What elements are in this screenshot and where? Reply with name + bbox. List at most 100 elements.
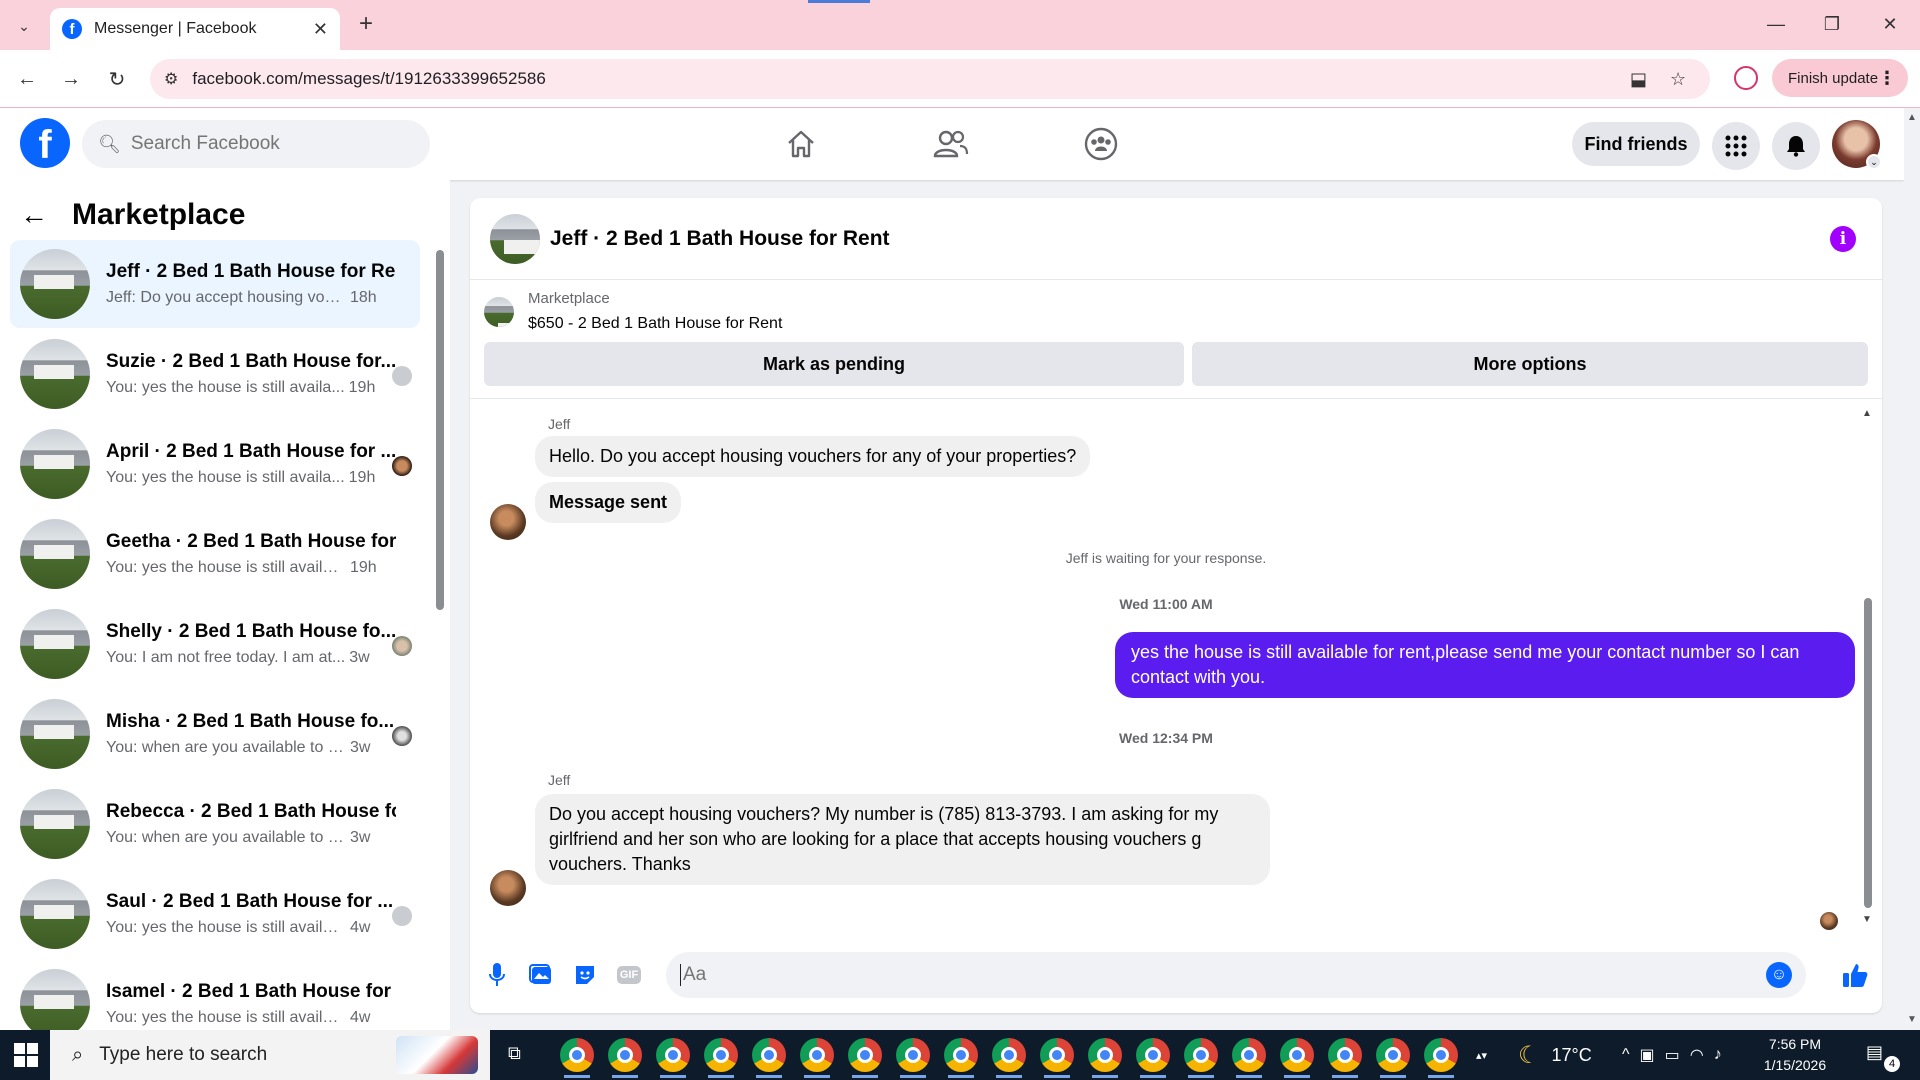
- sticker-icon[interactable]: [570, 960, 600, 990]
- weather-widget[interactable]: ☾ 17°C: [1518, 1030, 1592, 1080]
- incoming-message[interactable]: Hello. Do you accept housing vouchers fo…: [535, 436, 1091, 477]
- jeff-avatar[interactable]: [490, 504, 526, 540]
- page-scroll-down-icon[interactable]: ▼: [1907, 1014, 1917, 1025]
- sidebar-scroll-thumb[interactable]: [436, 250, 444, 610]
- outgoing-message[interactable]: yes the house is still available for ren…: [1115, 632, 1855, 698]
- account-chevron-down-icon[interactable]: ⌄: [1866, 154, 1882, 170]
- close-window-button[interactable]: ✕: [1870, 10, 1910, 38]
- back-arrow-icon[interactable]: ←: [12, 64, 42, 94]
- sidebar-scrollbar[interactable]: [434, 250, 446, 1030]
- chrome-icon[interactable]: [704, 1038, 738, 1078]
- taskbar-scroll-icon[interactable]: ▴▾: [1476, 1030, 1487, 1080]
- taskbar-search[interactable]: ⌕ Type here to search: [50, 1030, 490, 1080]
- notifications-bell-icon[interactable]: [1772, 122, 1820, 170]
- conversation-item[interactable]: Jeff · 2 Bed 1 Bath House for Rent Jeff:…: [10, 240, 420, 328]
- new-tab-button[interactable]: +: [352, 10, 380, 38]
- thumbs-up-icon[interactable]: [1840, 960, 1870, 990]
- conversation-item[interactable]: Misha · 2 Bed 1 Bath House fo... You: wh…: [10, 690, 420, 778]
- browser-profile-icon[interactable]: [1734, 66, 1758, 90]
- meet-icon[interactable]: ▣: [1640, 1045, 1665, 1065]
- chat-title[interactable]: Jeff · 2 Bed 1 Bath House for Rent: [550, 227, 890, 251]
- battery-icon[interactable]: ▭: [1665, 1045, 1690, 1065]
- minimize-button[interactable]: —: [1756, 10, 1796, 38]
- menu-grid-icon[interactable]: [1712, 122, 1760, 170]
- chrome-icon[interactable]: [1328, 1038, 1362, 1078]
- groups-icon[interactable]: [1077, 124, 1125, 164]
- chrome-icon[interactable]: [1376, 1038, 1410, 1078]
- chrome-icon[interactable]: [656, 1038, 690, 1078]
- chrome-icon[interactable]: [1424, 1038, 1458, 1078]
- search-input[interactable]: [130, 133, 411, 155]
- chrome-icon[interactable]: [896, 1038, 930, 1078]
- chrome-icon[interactable]: [1184, 1038, 1218, 1078]
- chrome-icon[interactable]: [752, 1038, 786, 1078]
- search-highlight-image[interactable]: [396, 1036, 478, 1074]
- chat-listing-thumbnail[interactable]: [490, 213, 540, 264]
- message-input-wrapper[interactable]: ☺: [666, 952, 1806, 998]
- chrome-icon[interactable]: [1088, 1038, 1122, 1078]
- chat-scrollbar[interactable]: ▲ ▼: [1860, 408, 1874, 928]
- chrome-icon[interactable]: [1232, 1038, 1266, 1078]
- chrome-icon[interactable]: [608, 1038, 642, 1078]
- account-avatar[interactable]: ⌄: [1832, 120, 1882, 170]
- chrome-icon[interactable]: [944, 1038, 978, 1078]
- listing-summary[interactable]: Marketplace $650 - 2 Bed 1 Bath House fo…: [484, 290, 782, 333]
- more-options-button[interactable]: More options: [1192, 342, 1868, 386]
- bookmark-star-icon[interactable]: ☆: [1670, 69, 1686, 90]
- gif-icon[interactable]: GIF: [614, 960, 644, 990]
- system-clock[interactable]: 7:56 PM 1/15/2026: [1750, 1034, 1840, 1076]
- conversation-item[interactable]: Saul · 2 Bed 1 Bath House for ... You: y…: [10, 870, 420, 958]
- friends-icon[interactable]: [927, 124, 975, 164]
- incoming-message[interactable]: Do you accept housing vouchers? My numbe…: [535, 794, 1270, 885]
- chat-scroll-thumb[interactable]: [1864, 598, 1872, 908]
- site-settings-icon[interactable]: ⚙: [164, 69, 178, 89]
- facebook-search[interactable]: 🔍︎: [82, 120, 430, 168]
- chevron-up-icon[interactable]: ^: [1622, 1046, 1640, 1064]
- chat-scroll-down-icon[interactable]: ▼: [1862, 914, 1872, 925]
- chrome-icon[interactable]: [848, 1038, 882, 1078]
- facebook-logo[interactable]: f: [20, 118, 70, 168]
- browser-tab-messenger[interactable]: f Messenger | Facebook ✕: [50, 8, 340, 50]
- chrome-icon[interactable]: [992, 1038, 1026, 1078]
- notification-center-icon[interactable]: ▤ 4: [1866, 1042, 1900, 1072]
- page-scroll-up-icon[interactable]: ▲: [1907, 112, 1917, 123]
- conversation-item[interactable]: Suzie · 2 Bed 1 Bath House for... You: y…: [10, 330, 420, 418]
- photo-icon[interactable]: [526, 960, 556, 990]
- microphone-icon[interactable]: [482, 960, 512, 990]
- chrome-icon[interactable]: [1040, 1038, 1074, 1078]
- browser-menu-icon[interactable]: ⋮: [1878, 68, 1896, 89]
- task-view-icon[interactable]: ⧉: [508, 1043, 532, 1067]
- chat-scroll-up-icon[interactable]: ▲: [1862, 408, 1872, 419]
- find-friends-button[interactable]: Find friends: [1572, 122, 1700, 166]
- chrome-icon[interactable]: [800, 1038, 834, 1078]
- windows-start-icon[interactable]: [14, 1043, 38, 1067]
- wifi-icon[interactable]: ◠: [1690, 1045, 1714, 1065]
- url-field[interactable]: ⚙ facebook.com/messages/t/19126333996525…: [150, 59, 1710, 99]
- conversation-item[interactable]: Geetha · 2 Bed 1 Bath House for ... You:…: [10, 510, 420, 598]
- forward-arrow-icon[interactable]: →: [56, 64, 86, 94]
- install-app-icon[interactable]: ⬓: [1630, 69, 1647, 90]
- mark-as-pending-button[interactable]: Mark as pending: [484, 342, 1184, 386]
- back-arrow-icon[interactable]: ←: [20, 199, 48, 231]
- tab-search-chevron-icon[interactable]: ⌄: [10, 12, 38, 40]
- conversation-item[interactable]: April · 2 Bed 1 Bath House for ... You: …: [10, 420, 420, 508]
- jeff-avatar[interactable]: [490, 870, 526, 906]
- restore-button[interactable]: ❐: [1812, 10, 1852, 38]
- info-icon[interactable]: i: [1830, 226, 1856, 252]
- emoji-icon[interactable]: ☺: [1766, 962, 1792, 988]
- incoming-message[interactable]: Message sent: [535, 482, 682, 523]
- conversation-item[interactable]: Rebecca · 2 Bed 1 Bath House fo... You: …: [10, 780, 420, 868]
- home-icon[interactable]: [777, 124, 825, 164]
- chrome-icon[interactable]: [1280, 1038, 1314, 1078]
- volume-icon[interactable]: ♪: [1714, 1046, 1732, 1064]
- page-scrollbar[interactable]: ▲ ▼: [1904, 108, 1920, 1030]
- tab-close-icon[interactable]: ✕: [313, 19, 328, 40]
- chrome-icon[interactable]: [1136, 1038, 1170, 1078]
- system-tray-icons[interactable]: ^ ▣ ▭ ◠ ♪: [1622, 1030, 1732, 1080]
- message-input[interactable]: [680, 964, 1740, 986]
- finish-update-button[interactable]: Finish update ⋮: [1772, 59, 1908, 97]
- conversation-item[interactable]: Shelly · 2 Bed 1 Bath House fo... You: I…: [10, 600, 420, 688]
- chrome-icon[interactable]: [560, 1038, 594, 1078]
- reload-icon[interactable]: ↻: [102, 64, 132, 94]
- clock-date: 1/15/2026: [1763, 1057, 1827, 1073]
